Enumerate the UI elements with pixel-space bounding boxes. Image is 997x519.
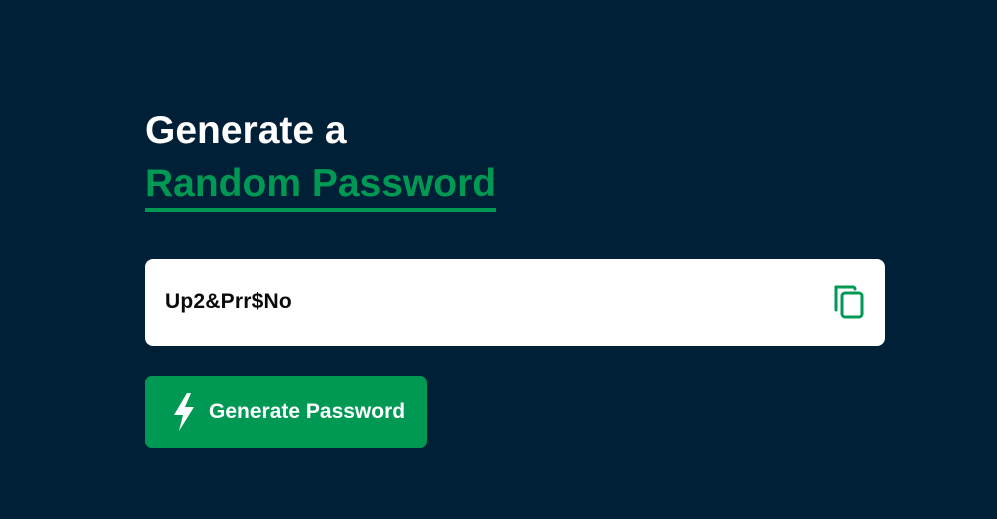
password-generator: Generate a Random Password Up2&Prr$No Ge… (145, 108, 885, 448)
password-output-field[interactable]: Up2&Prr$No (145, 258, 885, 346)
copy-icon (834, 285, 864, 319)
generated-password: Up2&Prr$No (165, 290, 292, 314)
copy-button[interactable] (832, 283, 866, 321)
title-line-2-highlight: Random Password (145, 161, 497, 212)
lightning-bolt-icon (171, 392, 197, 432)
title-line-1: Generate a (145, 109, 347, 152)
generate-password-button[interactable]: Generate Password (145, 375, 427, 448)
page-title: Generate a Random Password (145, 108, 885, 212)
generate-button-label: Generate Password (209, 399, 406, 423)
